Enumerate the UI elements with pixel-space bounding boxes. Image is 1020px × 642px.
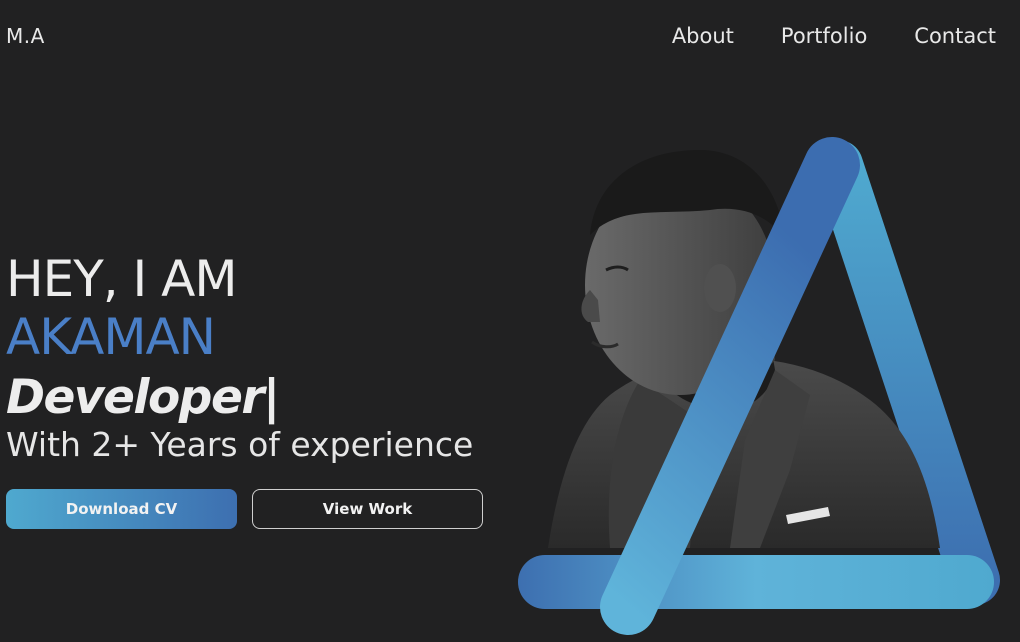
page: M.A About Portfolio Contact HEY, I AM AK… bbox=[0, 0, 1020, 642]
hero-role: Developer| bbox=[6, 370, 280, 425]
site-logo[interactable]: M.A bbox=[6, 24, 45, 48]
download-cv-button[interactable]: Download CV bbox=[6, 489, 237, 529]
main-nav: About Portfolio Contact bbox=[672, 24, 996, 48]
nav-contact[interactable]: Contact bbox=[914, 24, 996, 48]
triangle-bottom-bar bbox=[518, 555, 994, 609]
nav-about[interactable]: About bbox=[672, 24, 734, 48]
view-work-button[interactable]: View Work bbox=[252, 489, 483, 529]
hero-greeting: HEY, I AM bbox=[6, 250, 238, 308]
hero-name: AKAMAN bbox=[6, 308, 216, 366]
hero-artwork bbox=[518, 137, 1000, 635]
nav-portfolio[interactable]: Portfolio bbox=[781, 24, 867, 48]
hero-subtitle: With 2+ Years of experience bbox=[6, 425, 474, 464]
